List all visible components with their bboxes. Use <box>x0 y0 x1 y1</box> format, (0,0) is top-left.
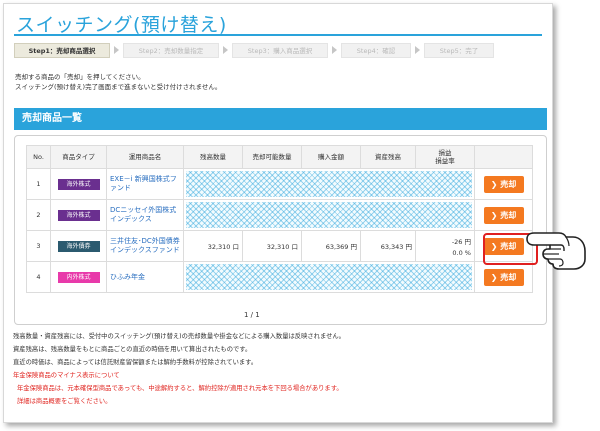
step-2: Step2：売却数量指定 <box>123 42 219 58</box>
fund-link[interactable]: 三井住友･DC外国債券インデックスファンド <box>110 237 180 255</box>
masked-area <box>186 171 472 197</box>
step-3: Step3：購入商品選択 <box>232 42 328 58</box>
note-red-line: 年金保険商品は、元本確保型商品であっても、中途解約すると、解約控除が適用され元本… <box>17 385 343 392</box>
row-asset: 63,343 円 <box>360 230 416 262</box>
row-no: 2 <box>26 199 51 231</box>
step-arrow-icon <box>328 43 341 58</box>
table-row: 4 内外株式 ひふみ年金 ❯ 売却 <box>26 261 533 293</box>
row-action: ❯ 売却 <box>474 168 533 200</box>
col-qty: 残高数量 <box>183 145 243 169</box>
row-name: ひふみ年金 <box>106 261 184 293</box>
step-progress: Step1：売却商品選択 Step2：売却数量指定 Step3：購入商品選択 S… <box>14 41 514 59</box>
instruction-line-2: スイッチング(預け替え)完了画面まで進まないと受け付けされません。 <box>15 83 222 91</box>
notes: 残高数量・資産残高には、受付中のスイッチング(預け替え)の売却数量や掛金などによ… <box>13 330 548 408</box>
row-type: 海外債券 <box>50 230 107 262</box>
section-header: 売却商品一覧 <box>14 108 547 130</box>
row-masked-values <box>183 168 475 200</box>
step-5: Step5：完了 <box>424 42 494 58</box>
col-purchase: 購入金額 <box>301 145 361 169</box>
row-no: 1 <box>26 168 51 200</box>
row-no: 3 <box>26 230 51 262</box>
col-type: 商品タイプ <box>50 145 107 169</box>
type-badge: 海外債券 <box>57 240 100 252</box>
step-4: Step4：確認 <box>341 42 411 58</box>
step-1: Step1：売却商品選択 <box>14 42 110 58</box>
row-masked-values <box>183 261 475 293</box>
masked-area <box>186 264 472 290</box>
row-purchase: 63,369 円 <box>301 230 361 262</box>
col-sellable: 売却可能数量 <box>242 145 302 169</box>
type-badge: 海外株式 <box>57 178 100 190</box>
sell-label: 売却 <box>500 210 517 220</box>
pl-rate: 0.0 % <box>452 248 471 257</box>
table-row: 1 海外株式 EXE－i 新興国株式ファンド ❯ 売却 <box>26 168 533 200</box>
instructions: 売却する商品の「売却」を押してください。 スイッチング(預け替え)完了画面まで進… <box>15 72 221 92</box>
title-divider <box>14 34 542 36</box>
table-row: 2 海外株式 DCニッセイ外国株式インデックス ❯ 売却 <box>26 199 533 231</box>
note-red-heading: 年金保険商品のマイナス表示について <box>13 372 120 379</box>
col-asset: 資産残高 <box>360 145 416 169</box>
holdings-table: No. 商品タイプ 運用商品名 残高数量 売却可能数量 購入金額 資産残高 損益… <box>26 145 533 293</box>
col-name: 運用商品名 <box>106 145 184 169</box>
row-sellable: 32,310 口 <box>242 230 302 262</box>
row-pl: -26 円 0.0 % <box>415 230 475 262</box>
row-action: ❯ 売却 <box>474 199 533 231</box>
sell-button[interactable]: ❯ 売却 <box>483 268 524 286</box>
col-no: No. <box>26 145 51 169</box>
table-header-row: No. 商品タイプ 運用商品名 残高数量 売却可能数量 購入金額 資産残高 損益… <box>26 145 533 169</box>
note-red-line: 詳細は商品概要をご覧ください。 <box>17 398 112 405</box>
instruction-line-1: 売却する商品の「売却」を押してください。 <box>15 73 145 81</box>
pl-amount: -26 円 <box>451 237 471 246</box>
note-line: 資産残高は、残高数量をもとに商品ごとの直近の時価を用いて算出されたものです。 <box>13 346 252 353</box>
row-name: 三井住友･DC外国債券インデックスファンド <box>106 230 184 262</box>
fund-link[interactable]: DCニッセイ外国株式インデックス <box>110 206 180 224</box>
note-line: 直近の時価は、商品によっては信託財産留保額または解約手数料が控除されています。 <box>13 359 258 366</box>
row-no: 4 <box>26 261 51 293</box>
row-qty: 32,310 口 <box>183 230 243 262</box>
pointing-hand-icon <box>526 232 586 270</box>
fund-link[interactable]: EXE－i 新興国株式ファンド <box>110 175 180 193</box>
page-title: スイッチング(預け替え) <box>16 14 227 36</box>
sell-label: 売却 <box>500 179 517 189</box>
masked-area <box>186 202 472 228</box>
step-arrow-icon <box>219 43 232 58</box>
table-row: 3 海外債券 三井住友･DC外国債券インデックスファンド 32,310 口 32… <box>26 230 533 262</box>
type-badge: 内外株式 <box>57 271 100 283</box>
switching-window: スイッチング(預け替え) Step1：売却商品選択 Step2：売却数量指定 S… <box>3 3 553 423</box>
row-type: 海外株式 <box>50 168 107 200</box>
row-type: 海外株式 <box>50 199 107 231</box>
sell-button[interactable]: ❯ 売却 <box>483 175 524 193</box>
step-arrow-icon <box>110 43 123 58</box>
sell-button[interactable]: ❯ 売却 <box>483 206 524 224</box>
row-name: EXE－i 新興国株式ファンド <box>106 168 184 200</box>
pagination: 1 / 1 <box>244 311 260 319</box>
sell-label: 売却 <box>500 272 517 282</box>
fund-link[interactable]: ひふみ年金 <box>110 273 180 282</box>
type-badge: 海外株式 <box>57 209 100 221</box>
col-pl: 損益 損益率 <box>415 145 475 169</box>
col-action <box>474 145 533 169</box>
holdings-table-container: No. 商品タイプ 運用商品名 残高数量 売却可能数量 購入金額 資産残高 損益… <box>14 135 547 325</box>
row-action: ❯ 売却 <box>474 261 533 293</box>
note-line: 残高数量・資産残高には、受付中のスイッチング(預け替え)の売却数量や掛金などによ… <box>13 333 345 340</box>
step-arrow-icon <box>411 43 424 58</box>
row-name: DCニッセイ外国株式インデックス <box>106 199 184 231</box>
row-masked-values <box>183 199 475 231</box>
row-type: 内外株式 <box>50 261 107 293</box>
